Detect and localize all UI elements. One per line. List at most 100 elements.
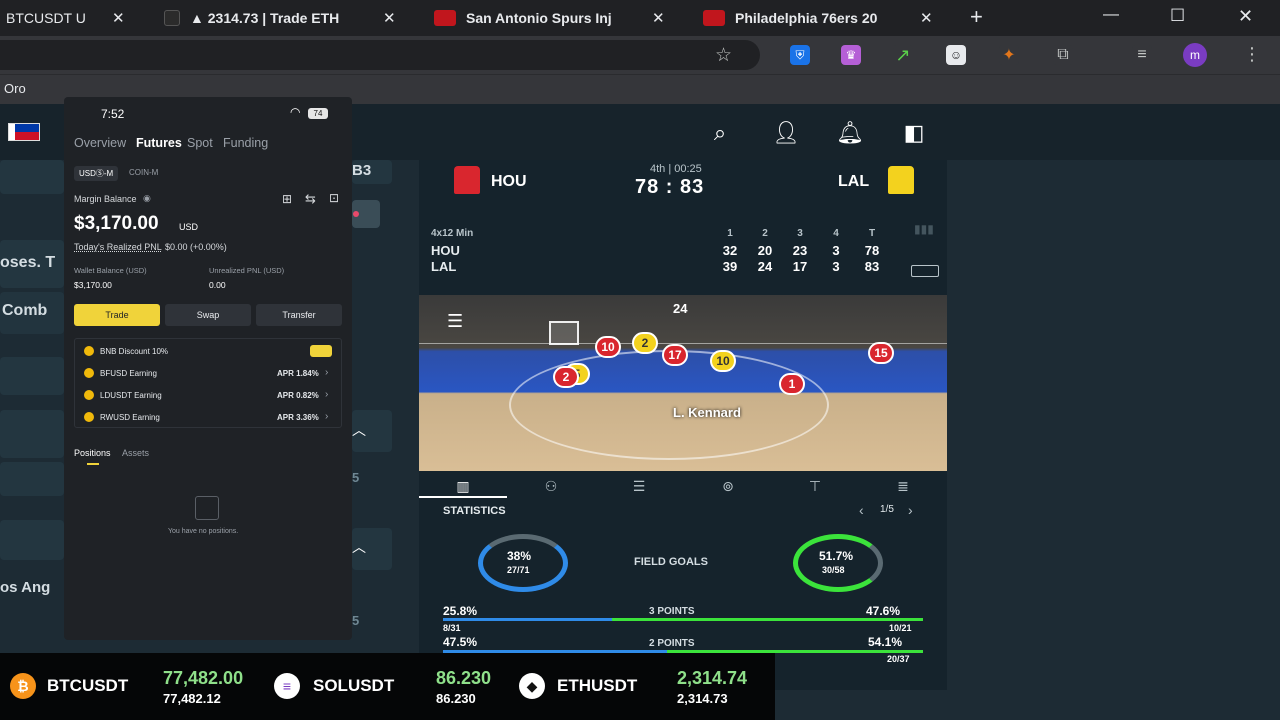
away-fg-made: 30/58 [822, 565, 845, 575]
player-marker[interactable]: 10 [710, 350, 736, 372]
player-marker[interactable]: 1 [779, 373, 805, 395]
player-marker[interactable]: 2 [553, 366, 579, 388]
minimize-button[interactable]: — [1103, 6, 1119, 24]
phone-tab-futures[interactable]: Futures [136, 136, 182, 150]
quarter-header: 1 [727, 228, 733, 239]
transfer-button[interactable]: Transfer [256, 304, 342, 326]
three-point-arc [509, 350, 829, 460]
away-fg-pct: 51.7% [819, 549, 854, 563]
extensions-puzzle-icon[interactable]: ⧉ [1053, 45, 1073, 65]
close-window-button[interactable]: ✕ [1238, 6, 1253, 27]
earn-item-bfusd[interactable]: BFUSD Earning APR 1.84% › [74, 364, 342, 384]
extension-chart-icon[interactable]: ↗ [893, 45, 913, 65]
chevron-up-icon[interactable]: ︿ [352, 537, 366, 557]
three-pt-away-pct: 47.6% [866, 604, 901, 618]
commentary-icon[interactable]: ⊚ [717, 478, 739, 496]
trade-button[interactable]: Trade [74, 304, 160, 326]
stats-next-icon[interactable]: › [908, 502, 913, 518]
tab-close-icon[interactable]: ✕ [112, 9, 125, 27]
home-team-name: HOU [491, 173, 527, 190]
ticker-subprice: 86.230 [436, 691, 476, 706]
scoreboard-toggle-icon[interactable] [911, 265, 939, 277]
earn-item-bnb[interactable]: BNB Discount 10% [74, 342, 342, 362]
player-marker[interactable]: 2 [632, 332, 658, 354]
home-jersey-icon [454, 166, 480, 194]
ticker-subprice: 2,314.73 [677, 691, 728, 706]
phone-tab-spot[interactable]: Spot [187, 136, 213, 150]
coin-icon [84, 368, 94, 378]
media-control-icon[interactable]: ≡ [1132, 45, 1152, 65]
tab-spurs[interactable]: San Antonio Spurs Inj [434, 0, 612, 36]
user-icon[interactable]: 👤︎ [772, 120, 800, 145]
bg-text-fragment: Comb [2, 302, 48, 319]
jersey-tab-icon[interactable]: ⊤ [804, 478, 826, 496]
empty-document-icon [195, 496, 219, 520]
stats-prev-icon[interactable]: ‹ [859, 502, 864, 518]
subtab-coinm[interactable]: COIN-M [129, 168, 158, 177]
tab-close-icon[interactable]: ✕ [383, 9, 396, 27]
swap-arrows-icon[interactable]: ⇆ [305, 191, 316, 207]
profile-avatar[interactable]: m [1183, 43, 1207, 67]
phone-tab-funding[interactable]: Funding [223, 136, 268, 150]
chevron-up-icon[interactable]: ︿ [352, 420, 366, 440]
phone-tab-overview[interactable]: Overview [74, 136, 126, 150]
search-icon[interactable]: ⌕ [707, 120, 733, 145]
bg-card [0, 357, 64, 395]
earn-item-ldusdt[interactable]: LDUSDT Earning APR 0.82% › [74, 386, 342, 406]
flag-icon [8, 123, 40, 141]
tab-close-icon[interactable]: ✕ [920, 9, 933, 27]
two-pt-home-pct: 47.5% [443, 635, 478, 649]
swap-button[interactable]: Swap [165, 304, 251, 326]
bnb-discount-toggle[interactable] [310, 345, 332, 357]
browser-menu-icon[interactable]: ⋮ [1243, 44, 1261, 65]
earn-item-rwusd[interactable]: RWUSD Earning APR 3.36% › [74, 408, 342, 428]
new-tab-button[interactable]: + [970, 4, 983, 30]
away-quarter-score: 3 [832, 259, 840, 274]
boxscore-icon[interactable]: ☰ [628, 478, 650, 496]
address-bar[interactable] [0, 40, 760, 70]
notification-icon[interactable]: 🔔︎ [836, 120, 864, 145]
lineup-icon[interactable]: ⚇ [540, 478, 562, 496]
bookmark-item[interactable]: Oro [4, 81, 26, 96]
assets-tab[interactable]: Assets [122, 448, 149, 458]
maximize-button[interactable]: ☐ [1170, 6, 1185, 26]
player-marker[interactable]: 10 [595, 336, 621, 358]
tab-76ers[interactable]: Philadelphia 76ers 20 [703, 0, 877, 36]
coin-icon [84, 390, 94, 400]
extension-bot-icon[interactable]: ☺ [946, 45, 966, 65]
list-icon[interactable]: ≣ [892, 478, 914, 496]
coin-icon [84, 346, 94, 356]
margin-unit[interactable]: USD [179, 222, 198, 232]
history-icon[interactable]: ⊡ [329, 191, 339, 205]
basket-hoop [549, 321, 579, 345]
player-marker[interactable]: 15 [868, 342, 894, 364]
tab-trade-eth[interactable]: ▲ 2314.73 | Trade ETH [164, 0, 339, 36]
empty-positions-text: You have no positions. [168, 528, 239, 535]
layout-toggle-icon[interactable]: ◧ [901, 120, 927, 145]
gift-icon[interactable]: ⊞ [282, 192, 292, 206]
stats-title: STATISTICS [443, 505, 506, 517]
tab-btcusdt[interactable]: BTCUSDT U [6, 0, 86, 36]
tab-close-icon[interactable]: ✕ [652, 9, 665, 27]
bg-text-fragment: os Ang [0, 579, 51, 596]
ticker-price: 77,482.00 [163, 668, 244, 688]
unrealized-label: Unrealized PNL (USD) [209, 266, 285, 275]
player-marker[interactable]: 17 [662, 344, 688, 366]
battery-badge: 74 [308, 108, 328, 119]
positions-tab[interactable]: Positions [74, 448, 111, 458]
extension-fox-icon[interactable]: ✦ [999, 45, 1019, 65]
bookmark-star-icon[interactable]: ☆ [715, 44, 732, 67]
positions-tab-underline [87, 463, 99, 465]
three-pt-away-made: 10/21 [889, 623, 912, 633]
court-menu-icon[interactable]: ☰ [447, 311, 463, 332]
away-total-score: 83 [864, 259, 880, 274]
extension-shield-icon[interactable]: ⛨ [790, 45, 810, 65]
subtab-usdm[interactable]: USDⓈ-M [74, 166, 119, 181]
extension-crown-icon[interactable]: ♛ [841, 45, 861, 65]
stats-chart-icon[interactable]: ▮▮▮ [914, 222, 934, 236]
eye-icon[interactable]: ◉ [143, 193, 151, 204]
home-fg-made: 27/71 [507, 565, 530, 575]
bg-card [0, 462, 64, 496]
stats-bar-icon[interactable]: ▥ [452, 478, 474, 496]
chevron-right-icon: › [325, 411, 329, 422]
